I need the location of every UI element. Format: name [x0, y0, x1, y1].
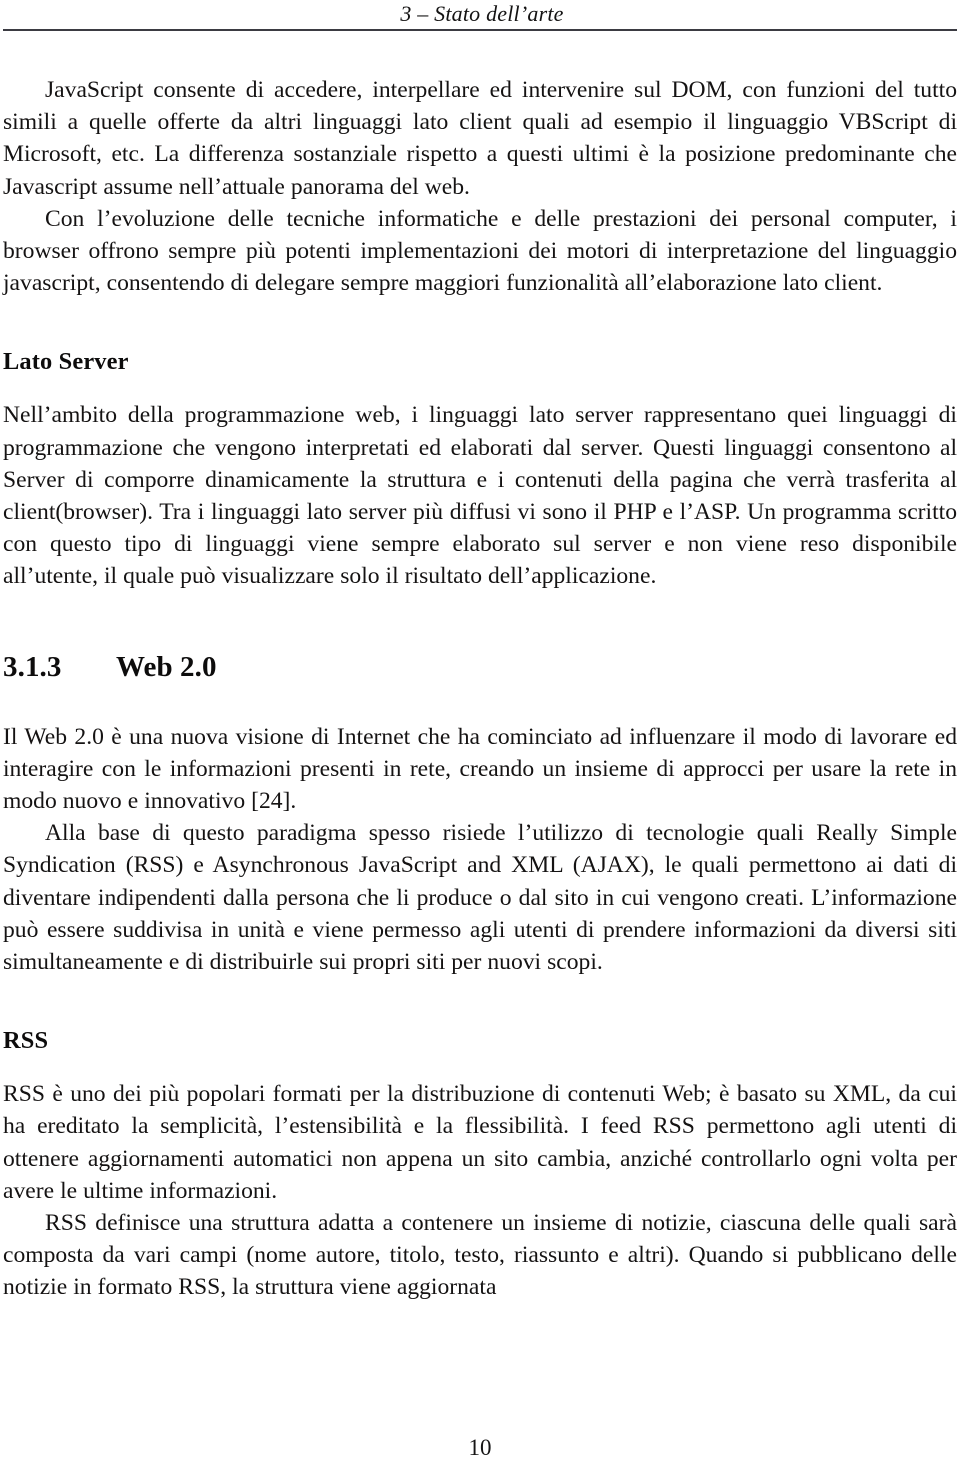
- spacer-before-rss: [3, 978, 957, 1026]
- paragraph-evoluzione-tecniche: Con l’evoluzione delle tecniche informat…: [3, 205, 957, 297]
- subsection-title: Web 2.0: [116, 650, 217, 683]
- page-number: 10: [468, 1435, 492, 1460]
- header-rule: [3, 29, 957, 31]
- spacer-before-lato-server: [3, 299, 957, 347]
- paragraph-javascript-dom: JavaScript consente di accedere, interpe…: [3, 77, 957, 200]
- paragraph-lato-server-body: Nell’ambito della programmazione web, i …: [3, 402, 957, 590]
- spacer-after-lato-server: [3, 377, 957, 399]
- subsection-number: 3.1.3: [3, 650, 62, 683]
- heading-lato-server: Lato Server: [3, 348, 129, 376]
- paragraph-rss-intro: RSS è uno dei più popolari formati per l…: [3, 1081, 957, 1204]
- running-header: 3 – Stato dell’arte: [3, 0, 957, 36]
- page-body: JavaScript consente di accedere, interpe…: [3, 74, 957, 1304]
- spacer-after-rss-heading: [3, 1056, 957, 1078]
- spacer-before-web20: [3, 593, 957, 649]
- heading-rss: RSS: [3, 1027, 49, 1055]
- paragraph-web20-paradigma: Alla base di questo paradigma spesso ris…: [3, 820, 957, 976]
- spacer-after-web20-heading: [3, 685, 957, 721]
- heading-subsection-web20: 3.1.3 Web 2.0: [3, 649, 957, 685]
- paragraph-rss-struttura: RSS definisce una struttura adatta a con…: [3, 1210, 957, 1301]
- running-header-title: 3 – Stato dell’arte: [400, 1, 564, 26]
- document-page: 3 – Stato dell’arte JavaScript consente …: [0, 0, 960, 1470]
- paragraph-web20-intro: Il Web 2.0 è una nuova visione di Intern…: [3, 723, 957, 815]
